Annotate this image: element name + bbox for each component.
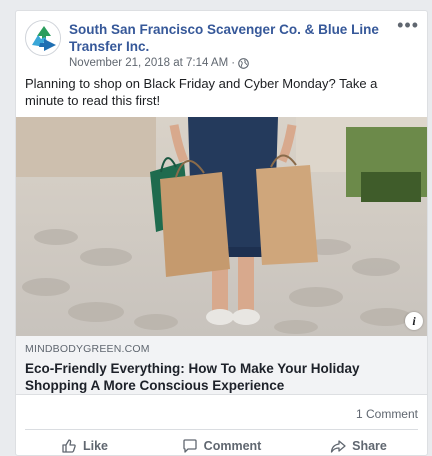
action-bar: Like Comment Share <box>16 435 427 455</box>
shopping-bags-photo <box>16 117 427 336</box>
more-options-icon[interactable]: ••• <box>397 16 419 34</box>
link-preview[interactable]: MINDBODYGREEN.COM Eco-Friendly Everythin… <box>16 336 427 395</box>
comment-count[interactable]: 1 Comment <box>356 407 418 421</box>
page-avatar[interactable] <box>25 20 61 56</box>
recycle-logo-icon <box>27 22 60 55</box>
share-label: Share <box>352 439 387 453</box>
like-label: Like <box>82 439 108 453</box>
post-text: Planning to shop on Black Friday and Cyb… <box>25 76 378 108</box>
post-card: South San Francisco Scavenger Co. & Blue… <box>15 10 428 456</box>
share-button[interactable]: Share <box>290 435 427 455</box>
post-meta: November 21, 2018 at 7:14 AM · <box>69 57 249 69</box>
link-title[interactable]: Eco-Friendly Everything: How To Make You… <box>25 360 420 394</box>
comment-icon <box>183 439 197 453</box>
share-icon <box>330 440 346 453</box>
globe-icon[interactable] <box>238 57 249 69</box>
link-domain: MINDBODYGREEN.COM <box>25 343 150 355</box>
post-timestamp[interactable]: November 21, 2018 at 7:14 AM <box>69 57 228 69</box>
divider <box>25 429 418 430</box>
comment-button[interactable]: Comment <box>153 435 290 455</box>
like-button[interactable]: Like <box>16 435 153 455</box>
thumbs-up-icon <box>62 439 76 453</box>
link-preview-image[interactable]: i <box>16 117 427 336</box>
meta-separator: · <box>231 57 236 69</box>
info-icon[interactable]: i <box>405 312 423 330</box>
comment-label: Comment <box>203 439 262 453</box>
page-name-link[interactable]: South San Francisco Scavenger Co. & Blue… <box>69 21 394 55</box>
